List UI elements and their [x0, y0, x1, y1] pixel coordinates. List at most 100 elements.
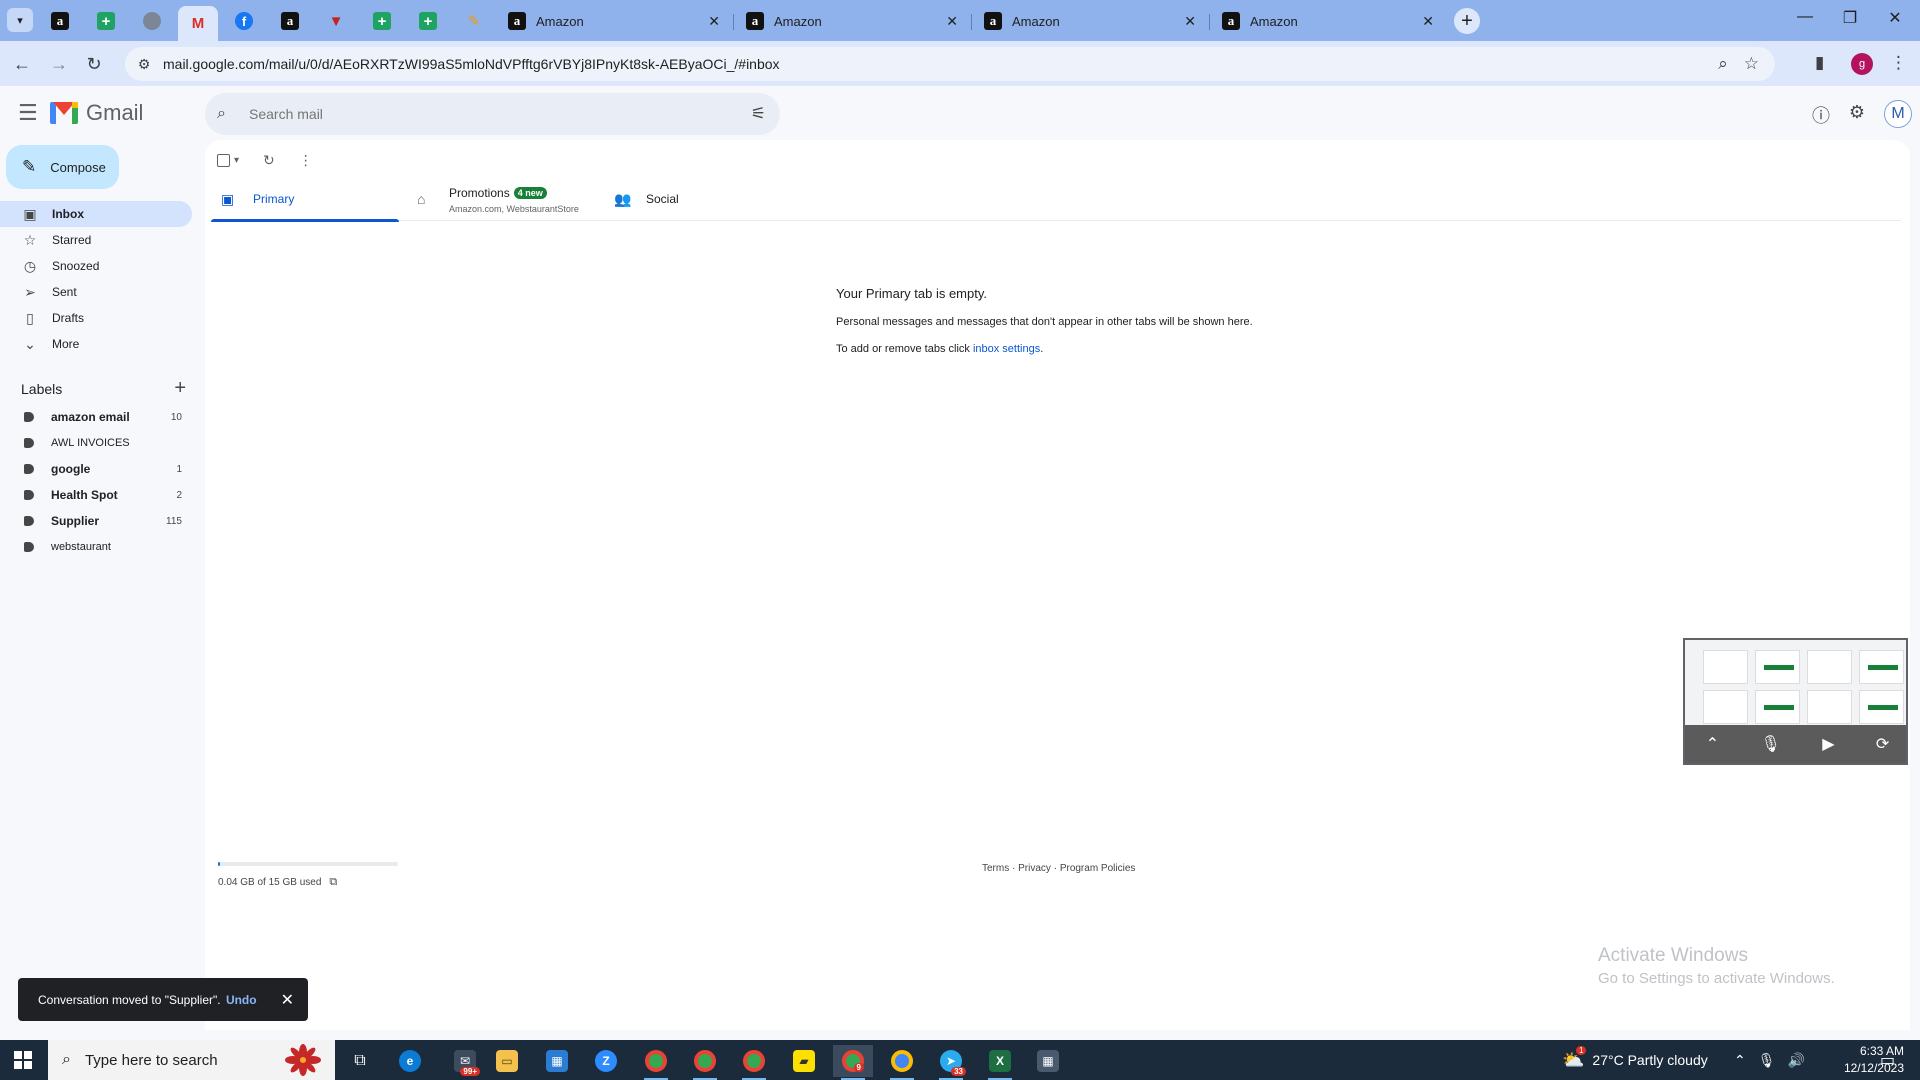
chevron-up-icon[interactable]: ⌃ — [1734, 1052, 1746, 1069]
sidebar-item-sent[interactable]: ➢ Sent — [0, 279, 192, 305]
privacy-link[interactable]: Privacy — [1018, 863, 1051, 874]
restore-button[interactable]: ❐ — [1835, 8, 1865, 28]
sidebar-item-inbox[interactable]: ▣ Inbox — [0, 201, 192, 227]
browser-tab[interactable]: a Amazon ✕ — [976, 6, 1206, 36]
taskbar-file-explorer[interactable]: ▭ — [487, 1045, 527, 1077]
new-tab-button[interactable]: + — [1454, 8, 1480, 34]
search-icon[interactable]: ⌕ — [217, 105, 237, 123]
windows-start-icon[interactable] — [14, 1051, 32, 1069]
pinned-tab-red[interactable]: ▼ — [316, 6, 356, 36]
pinned-tab-sheets-3[interactable]: + — [408, 6, 448, 36]
close-icon[interactable]: ✕ — [281, 990, 294, 1010]
label-item-health-spot[interactable]: Health Spot 2 — [0, 482, 192, 508]
taskbar-chrome-3[interactable] — [734, 1045, 774, 1080]
camera-icon[interactable]: ▶ — [1822, 734, 1834, 754]
sidebar-item-more[interactable]: ⌄ More — [0, 331, 192, 357]
sidebar-item-starred[interactable]: ☆ Starred — [0, 227, 192, 253]
hamburger-menu-icon[interactable]: ☰ — [18, 100, 38, 126]
inbox-settings-link[interactable]: inbox settings — [973, 343, 1040, 355]
pinned-tab-facebook[interactable]: f — [224, 6, 264, 36]
share-icon[interactable]: ⟳ — [1876, 734, 1889, 754]
taskbar-telegram[interactable]: ➤ 33 — [931, 1045, 971, 1080]
search-input[interactable] — [249, 106, 751, 122]
kebab-menu-icon[interactable]: ⋮ — [1890, 53, 1907, 73]
weather-widget[interactable]: ⛅ 1 27°C Partly cloudy — [1562, 1040, 1708, 1080]
settings-gear-icon[interactable]: ⚙ — [1846, 102, 1868, 123]
screen-share-preview[interactable]: ⌃ 🎙 ▶ ⟳ — [1683, 638, 1908, 765]
label-item-webstaurant[interactable]: webstaurant — [0, 534, 192, 560]
program-policies-link[interactable]: Program Policies — [1060, 863, 1136, 874]
reload-button[interactable]: ↻ — [81, 51, 107, 77]
sidebar-item-drafts[interactable]: ▯ Drafts — [0, 305, 192, 331]
account-avatar[interactable]: M — [1884, 100, 1912, 128]
browser-profile-avatar[interactable]: g — [1851, 53, 1873, 75]
url-text[interactable]: mail.google.com/mail/u/0/d/AEoRXRTzWI99a… — [163, 56, 1718, 72]
tab-social[interactable]: 👥 Social — [602, 177, 762, 221]
side-panel-icon[interactable]: ▮ — [1815, 53, 1824, 73]
close-icon[interactable]: ✕ — [946, 13, 958, 30]
add-label-icon[interactable]: + — [174, 377, 186, 400]
mic-off-icon[interactable]: 🎙 — [1760, 734, 1780, 754]
search-options-icon[interactable]: ⚟ — [751, 104, 766, 124]
taskbar-search[interactable]: ⌕ Type here to search — [48, 1040, 335, 1080]
task-view-button[interactable]: ⧉ — [340, 1045, 380, 1077]
mail-toolbar: ▾ ↻ ⋮ — [217, 152, 313, 169]
refresh-icon[interactable]: ↻ — [263, 152, 275, 169]
close-window-button[interactable]: ✕ — [1880, 8, 1910, 28]
terms-link[interactable]: Terms — [982, 863, 1009, 874]
taskbar-sticky-notes[interactable]: ▰ — [784, 1045, 824, 1077]
tab-search-button[interactable]: ▾ — [7, 8, 33, 32]
bookmark-star-icon[interactable]: ☆ — [1744, 54, 1759, 74]
chevron-up-icon[interactable]: ⌃ — [1706, 734, 1719, 754]
sidebar-item-snoozed[interactable]: ◷ Snoozed — [0, 253, 192, 279]
close-icon[interactable]: ✕ — [1184, 13, 1196, 30]
taskbar-chrome-4[interactable] — [882, 1045, 922, 1080]
help-icon[interactable]: ⓘ — [1810, 102, 1832, 128]
label-item-awl-invoices[interactable]: AWL INVOICES — [0, 430, 192, 456]
sheets-icon: + — [373, 12, 391, 30]
taskbar-chrome-1[interactable] — [636, 1045, 676, 1080]
external-link-icon[interactable]: ⧉ — [329, 876, 337, 889]
pinned-tab-amazon-2[interactable]: a — [270, 6, 310, 36]
forward-button[interactable]: → — [46, 51, 72, 77]
zoom-icon[interactable]: ⌕ — [1718, 54, 1728, 74]
pinned-tab-web[interactable] — [132, 6, 172, 36]
browser-tab[interactable]: a Amazon ✕ — [500, 6, 730, 36]
gmail-logo[interactable]: Gmail — [50, 100, 143, 126]
pinned-tab-pen[interactable]: ✎ — [454, 6, 494, 36]
select-all-checkbox[interactable] — [217, 154, 230, 167]
pinned-tab-gmail[interactable]: M — [178, 6, 218, 41]
pinned-tab-sheets-2[interactable]: + — [362, 6, 402, 36]
undo-button[interactable]: Undo — [226, 993, 257, 1007]
label-item-google[interactable]: google 1 — [0, 456, 192, 482]
taskbar-edge[interactable]: e — [390, 1045, 430, 1077]
compose-button[interactable]: ✎ Compose — [6, 145, 119, 189]
browser-tab[interactable]: a Amazon ✕ — [738, 6, 968, 36]
taskbar-zoom[interactable]: Z — [586, 1045, 626, 1077]
close-icon[interactable]: ✕ — [708, 13, 720, 30]
microphone-icon[interactable]: 🎙 — [1758, 1052, 1776, 1069]
taskbar-mail[interactable]: ✉ 99+ — [445, 1045, 485, 1077]
taskbar-chrome-active[interactable]: 9 — [833, 1045, 873, 1080]
taskbar-excel[interactable]: X — [980, 1045, 1020, 1080]
tab-primary[interactable]: ▣ Primary — [211, 177, 399, 222]
label-item-supplier[interactable]: Supplier 115 — [0, 508, 192, 534]
label-item-amazon-email[interactable]: amazon email 10 — [0, 404, 192, 430]
site-info-icon[interactable]: ⚙ — [133, 53, 155, 75]
back-button[interactable]: ← — [9, 51, 35, 77]
taskbar-chrome-2[interactable] — [685, 1045, 725, 1080]
search-bar[interactable]: ⌕ ⚟ — [205, 93, 780, 135]
pinned-tab-sheets[interactable]: + — [86, 6, 126, 36]
chevron-down-icon[interactable]: ▾ — [234, 155, 239, 166]
notifications-icon[interactable]: ▭ — [1880, 1050, 1895, 1070]
taskbar-store[interactable]: ▦ — [537, 1045, 577, 1077]
pinned-tab-amazon[interactable]: a — [40, 6, 80, 36]
speaker-icon[interactable]: 🔊 — [1788, 1052, 1805, 1069]
address-bar[interactable]: ⚙ mail.google.com/mail/u/0/d/AEoRXRTzWI9… — [125, 47, 1775, 81]
tab-promotions[interactable]: ⌂ Promotions 4 new Amazon.com, Webstauran… — [399, 177, 602, 221]
more-vert-icon[interactable]: ⋮ — [299, 152, 313, 169]
browser-tab[interactable]: a Amazon ✕ — [1214, 6, 1444, 36]
minimize-button[interactable]: — — [1790, 8, 1820, 26]
taskbar-calculator[interactable]: ▦ — [1028, 1045, 1068, 1077]
close-icon[interactable]: ✕ — [1422, 13, 1434, 30]
